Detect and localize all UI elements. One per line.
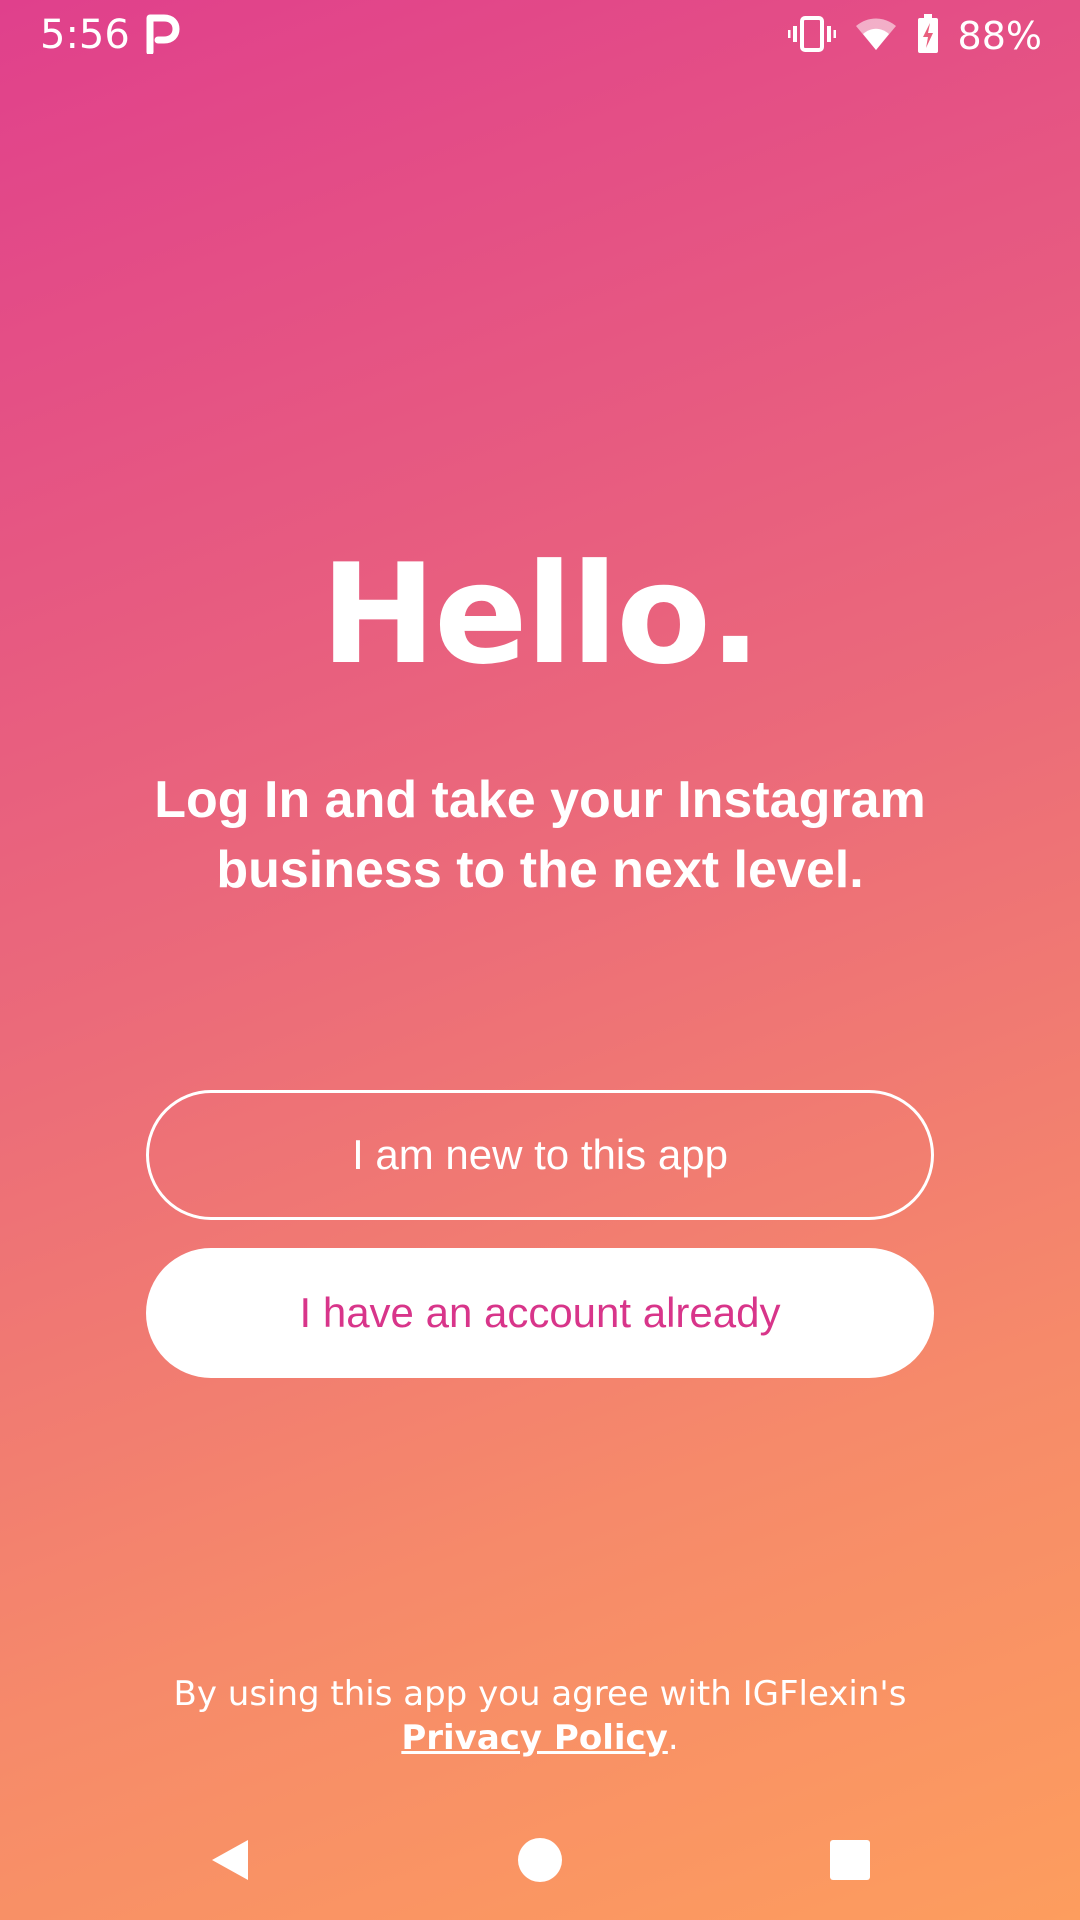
parking-app-icon: [146, 14, 180, 56]
new-user-button-label: I am new to this app: [352, 1131, 728, 1178]
battery-charging-icon: [916, 13, 940, 59]
legal-notice: By using this app you agree with IGFlexi…: [0, 1672, 1080, 1760]
wifi-icon: [854, 16, 898, 57]
battery-percentage: 88%: [957, 14, 1042, 58]
legal-text: By using this app you agree with IGFlexi…: [173, 1674, 907, 1714]
subtitle-text: Log In and take your Instagram business …: [154, 771, 926, 899]
navigation-bar: [0, 1800, 1080, 1920]
greeting-title: Hello.: [320, 534, 762, 695]
status-time: 5:56: [40, 12, 130, 58]
existing-account-button-label: I have an account already: [299, 1289, 781, 1336]
status-right-group: 88%: [787, 12, 1042, 60]
new-user-button[interactable]: I am new to this app: [146, 1090, 934, 1220]
status-bar: 5:56 88%: [0, 0, 1080, 72]
vibrate-icon: [787, 14, 837, 59]
privacy-policy-link[interactable]: Privacy Policy: [401, 1718, 668, 1758]
recents-icon[interactable]: [818, 1828, 882, 1892]
back-icon[interactable]: [198, 1828, 262, 1892]
home-icon[interactable]: [508, 1828, 572, 1892]
existing-account-button[interactable]: I have an account already: [146, 1248, 934, 1378]
legal-suffix: .: [667, 1718, 679, 1758]
